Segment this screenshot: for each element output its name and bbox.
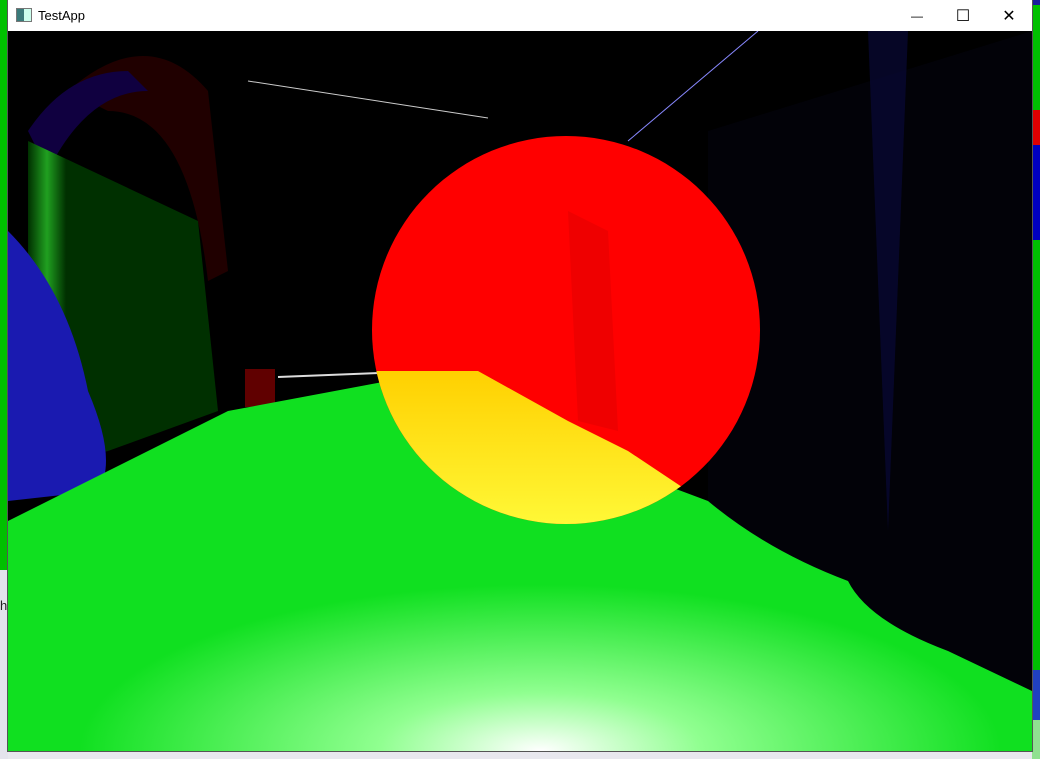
desktop-background-left: [0, 0, 8, 759]
minimize-icon: —: [911, 8, 923, 23]
title-bar[interactable]: TestApp — ☐ ✕: [8, 0, 1032, 31]
minimize-button[interactable]: —: [894, 0, 940, 31]
app-window: TestApp — ☐ ✕: [8, 0, 1032, 751]
maximize-button[interactable]: ☐: [940, 0, 986, 31]
window-title: TestApp: [38, 8, 85, 23]
close-icon: ✕: [1002, 7, 1016, 25]
app-icon: [16, 8, 32, 22]
desktop-background-right: [1032, 0, 1040, 759]
pot-left: [245, 369, 275, 407]
close-button[interactable]: ✕: [986, 0, 1032, 31]
maximize-icon: ☐: [955, 7, 971, 25]
render-viewport[interactable]: [8, 31, 1032, 751]
desktop-partial-text: h: [0, 598, 8, 613]
scene-render: [8, 31, 1032, 751]
